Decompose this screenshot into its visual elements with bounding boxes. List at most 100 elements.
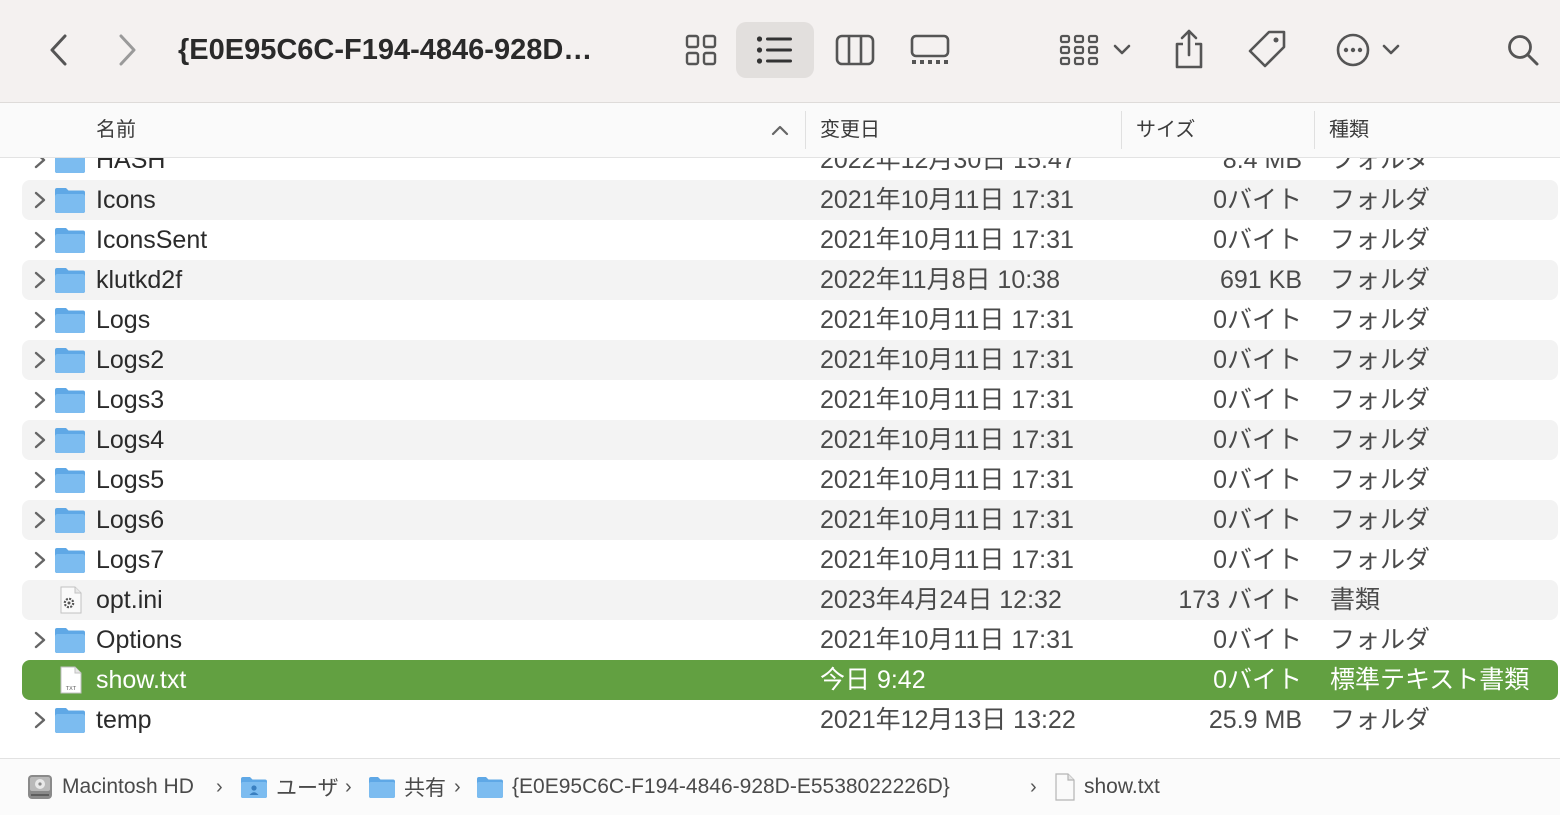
file-date: 2022年12月30日 15:47 <box>820 158 1076 174</box>
file-date: 2021年10月11日 17:31 <box>820 346 1074 374</box>
file-size: 0バイト <box>1213 426 1302 454</box>
file-row[interactable]: opt.ini 2023年4月24日 12:32 173 バイト 書類 <box>22 580 1558 620</box>
more-icon <box>1336 33 1370 67</box>
column-view-button[interactable] <box>832 27 878 73</box>
icon-view-icon <box>685 34 717 66</box>
window-title: {E0E95C6C-F194-4846-928D… <box>178 34 593 66</box>
file-name: Logs6 <box>96 506 165 534</box>
list-view-icon <box>756 36 792 64</box>
path-separator: › <box>345 776 352 798</box>
disclosure-triangle-icon[interactable] <box>30 470 50 490</box>
file-date: 2021年10月11日 17:31 <box>820 426 1074 454</box>
file-size: 691 KB <box>1219 266 1302 294</box>
tag-button[interactable] <box>1244 24 1290 74</box>
file-row[interactable]: Logs7 2021年10月11日 17:31 0バイト フォルダ <box>22 540 1558 580</box>
path-item-label: 共有 <box>404 777 446 800</box>
path-item-label: Macintosh HD <box>62 775 194 798</box>
file-kind: フォルダ <box>1330 306 1431 334</box>
column-separator[interactable] <box>1121 111 1122 149</box>
column-separator[interactable] <box>1314 111 1315 149</box>
folder-icon <box>55 268 85 293</box>
disclosure-triangle-icon[interactable] <box>30 158 50 170</box>
forward-button[interactable] <box>108 28 148 72</box>
path-item-label: show.txt <box>1084 775 1160 798</box>
back-button[interactable] <box>38 28 78 72</box>
file-name: Logs <box>96 306 151 334</box>
file-size: 0バイト <box>1213 546 1302 574</box>
file-row[interactable]: Options 2021年10月11日 17:31 0バイト フォルダ <box>22 620 1558 660</box>
disclosure-triangle-icon[interactable] <box>30 230 50 250</box>
path-bar: Macintosh HD › ユーザ › 共有 › {E0E95C6C-F194… <box>0 758 1560 815</box>
file-size: 173 バイト <box>1178 586 1302 614</box>
gallery-view-icon <box>910 34 950 64</box>
settings-file-icon <box>60 586 82 614</box>
file-kind: 書類 <box>1330 586 1381 614</box>
file-kind: フォルダ <box>1330 346 1431 374</box>
file-date: 2021年10月11日 17:31 <box>820 386 1074 414</box>
file-size: 0バイト <box>1213 346 1302 374</box>
folder-icon <box>55 308 85 333</box>
file-row[interactable]: Logs5 2021年10月11日 17:31 0バイト フォルダ <box>22 460 1558 500</box>
disclosure-triangle-icon[interactable] <box>30 350 50 370</box>
sort-ascending-icon <box>771 125 789 136</box>
disclosure-triangle-icon[interactable] <box>30 310 50 330</box>
file-size: 25.9 MB <box>1208 706 1302 734</box>
disclosure-triangle-icon[interactable] <box>30 270 50 290</box>
column-name-header[interactable]: 名前 <box>96 103 136 157</box>
column-separator[interactable] <box>805 111 806 149</box>
column-size-header[interactable]: サイズ <box>1136 103 1195 157</box>
file-row[interactable]: temp 2021年12月13日 13:22 25.9 MB フォルダ <box>22 700 1558 740</box>
file-date: 2021年10月11日 17:31 <box>820 186 1074 214</box>
file-row[interactable]: Logs 2021年10月11日 17:31 0バイト フォルダ <box>22 300 1558 340</box>
list-view-button[interactable] <box>736 22 814 78</box>
file-row[interactable]: Logs3 2021年10月11日 17:31 0バイト フォルダ <box>22 380 1558 420</box>
file-kind: フォルダ <box>1330 186 1431 214</box>
folder-icon <box>55 708 85 733</box>
file-date: 2021年10月11日 17:31 <box>820 626 1074 654</box>
search-button[interactable] <box>1500 27 1546 73</box>
file-row[interactable]: IconsSent 2021年10月11日 17:31 0バイト フォルダ <box>22 220 1558 260</box>
column-header: 名前 変更日 サイズ 種類 <box>0 103 1560 158</box>
icon-view-button[interactable] <box>680 27 722 73</box>
path-item-macintosh-hd[interactable]: Macintosh HD <box>26 759 194 815</box>
folder-icon <box>477 777 503 798</box>
file-date: 2021年10月11日 17:31 <box>820 506 1074 534</box>
disclosure-triangle-icon[interactable] <box>30 430 50 450</box>
file-name: Logs5 <box>96 466 165 494</box>
file-row[interactable]: Icons 2021年10月11日 17:31 0バイト フォルダ <box>22 180 1558 220</box>
disclosure-triangle-icon[interactable] <box>30 390 50 410</box>
file-name: Options <box>96 626 183 654</box>
group-button[interactable] <box>1055 27 1135 73</box>
file-row[interactable]: Logs4 2021年10月11日 17:31 0バイト フォルダ <box>22 420 1558 460</box>
disclosure-triangle-icon[interactable] <box>30 510 50 530</box>
file-row[interactable]: TXT show.txt 今日 9:42 0バイト 標準テキスト書類 <box>22 660 1558 700</box>
users-folder-icon <box>241 777 267 798</box>
disclosure-triangle-icon[interactable] <box>30 710 50 730</box>
path-item-users[interactable]: ユーザ <box>240 759 339 815</box>
file-row[interactable]: Logs2 2021年10月11日 17:31 0バイト フォルダ <box>22 340 1558 380</box>
file-date: 2021年10月11日 17:31 <box>820 226 1074 254</box>
folder-icon <box>55 508 85 533</box>
file-size: 0バイト <box>1213 506 1302 534</box>
column-date-header[interactable]: 変更日 <box>820 103 880 157</box>
disclosure-triangle-icon[interactable] <box>30 630 50 650</box>
file-kind: フォルダ <box>1330 226 1431 254</box>
file-row[interactable]: HASH 2022年12月30日 15:47 8.4 MB フォルダ <box>22 158 1558 180</box>
folder-icon <box>55 468 85 493</box>
path-item-show-txt[interactable]: show.txt <box>1054 759 1160 815</box>
path-item-shared[interactable]: 共有 <box>368 759 446 815</box>
gallery-view-button[interactable] <box>905 27 955 73</box>
file-name: klutkd2f <box>96 266 183 294</box>
path-separator: › <box>1030 776 1037 798</box>
file-row[interactable]: klutkd2f 2022年11月8日 10:38 691 KB フォルダ <box>22 260 1558 300</box>
column-kind-header[interactable]: 種類 <box>1329 103 1369 157</box>
more-button[interactable] <box>1332 27 1404 73</box>
share-button[interactable] <box>1168 22 1210 76</box>
search-icon <box>1508 35 1539 66</box>
folder-icon <box>55 388 85 413</box>
disclosure-triangle-icon[interactable] <box>30 190 50 210</box>
file-row[interactable]: Logs6 2021年10月11日 17:31 0バイト フォルダ <box>22 500 1558 540</box>
path-item-guid-folder[interactable]: {E0E95C6C-F194-4846-928D-E5538022226D} <box>476 759 950 815</box>
disclosure-triangle-icon[interactable] <box>30 550 50 570</box>
chevron-down-icon <box>1113 44 1131 55</box>
